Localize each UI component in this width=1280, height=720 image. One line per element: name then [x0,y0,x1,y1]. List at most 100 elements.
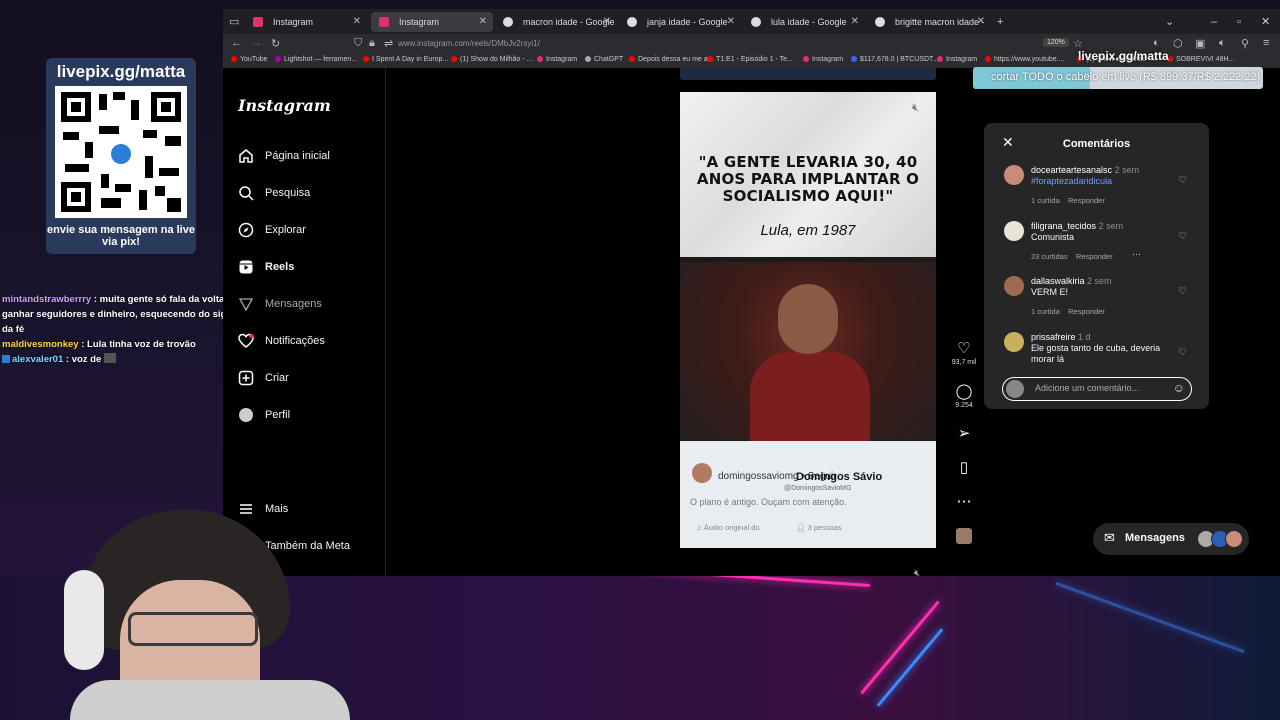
author-avatar[interactable] [692,463,712,483]
bookmark-item[interactable]: Instagram [937,56,977,63]
tab-title: Instagram [399,17,440,27]
account-icon[interactable]: ⚲ [1241,37,1249,50]
shield-icon[interactable]: ⛉ [354,37,362,50]
tab-overview-icon[interactable]: ▭ [229,12,239,32]
more-icon[interactable]: ⋯ [1132,249,1141,260]
nav-home[interactable]: Página inicial [238,144,330,168]
audio-icon[interactable]: 🔈︎ [1219,37,1226,50]
close-tab-icon[interactable]: ✕ [727,12,735,32]
bookmark-item[interactable]: I Spent A Day in Europ... [363,56,448,63]
tab-google-brigitte[interactable]: brigitte macron idade - Google ✕ [867,12,991,47]
reel-handle: @DomingosSavioMG [784,485,852,492]
tab-instagram-1[interactable]: Instagram ✕ [245,12,367,32]
instagram-page: Instagram Página inicial Pesquisa Explor… [223,68,1280,579]
avatar[interactable] [1004,165,1024,185]
tab-google-janja[interactable]: janja idade - Google Search ✕ [619,12,741,47]
avatar[interactable] [1004,332,1024,352]
bookmark-item[interactable]: Instagram [537,56,577,63]
home-icon [238,148,254,164]
bookmark-item[interactable]: SOBREVIVI 48H... [1167,56,1234,63]
avatar[interactable] [1004,276,1024,296]
comment-user[interactable]: filigrana_tecidos 2 sem [1031,221,1123,231]
heart-icon[interactable]: ♡ [1178,175,1187,186]
bookmark-item[interactable]: Instagram [803,56,843,63]
bookmark-item[interactable]: ChatGPT [585,56,623,63]
nav-search[interactable]: Pesquisa [238,181,310,205]
reel-display-name: Domingos Sávio [796,471,883,483]
goal-handle: livepix.gg/matta [1078,49,1169,63]
extension-icon[interactable]: ⬡ [1173,37,1183,50]
reel-video[interactable]: 🔇︎ "A GENTE LEVARIA 30, 40 ANOS PARA IMP… [680,92,936,548]
comment-user[interactable]: prissafreire 1 d [1031,332,1091,342]
minimize-icon[interactable]: – [1211,12,1217,32]
messenger-icon: ✉ [1104,530,1115,545]
share-button[interactable]: ➢ [947,424,981,443]
plus-icon [238,370,254,386]
nav-notifications[interactable]: Notificações [238,329,325,353]
chat-badge-icon [2,355,10,363]
more-options-button[interactable]: ⋯ [947,492,981,511]
comment-input[interactable] [1033,382,1167,394]
url-bar[interactable]: www.instagram.com/reels/DMbJv2rsyi1/ [398,39,540,48]
comment-button[interactable]: ◯ 9.254 [947,382,981,409]
instagram-logo[interactable]: Instagram [238,96,331,115]
comment-text[interactable]: #foraptezadaridicula [1031,176,1181,187]
lock-icon[interactable]: 🔒︎ [369,37,375,50]
neon-line [876,628,944,707]
nav-messages[interactable]: Mensagens [238,292,322,316]
streamer-figure [128,612,258,646]
maximize-icon[interactable]: ▫ [1237,12,1241,32]
new-tab-icon[interactable]: + [997,12,1003,32]
comment-user[interactable]: docearteartesanalsc 2 sem [1031,165,1139,175]
neon-line [1055,581,1245,654]
tab-google-macron[interactable]: macron idade - Google Search ✕ [495,12,617,47]
bookmark-item[interactable]: YouTube [231,56,268,63]
bookmark-item[interactable]: Depois dessa eu me a... [629,56,714,63]
messages-button[interactable]: ✉ Mensagens [1093,523,1249,555]
reel-audio[interactable]: ♫ Áudio original do [696,523,760,532]
nav-reels[interactable]: Reels [238,255,294,279]
nav-create[interactable]: Criar [238,366,289,390]
close-tab-icon[interactable]: ✕ [603,12,611,32]
comment-user[interactable]: dallaswalkiria 2 sem [1031,276,1112,286]
extension-icon[interactable]: ▣ [1195,37,1205,50]
bookmark-item[interactable]: (1) Show do Milhão - ... [451,56,532,63]
comment-meta: 23 curtidas Responder [1031,252,1113,261]
mute-icon[interactable]: 🔇︎ [912,102,919,115]
tab-instagram-2[interactable]: Instagram ✕ [371,12,493,32]
back-icon[interactable]: ← [231,37,242,49]
bookmark-item[interactable]: https://www.youtube.... [985,56,1064,63]
next-reel-mute-icon[interactable]: 🔇︎ [914,568,920,579]
previous-reel-edge[interactable] [680,68,936,80]
like-button[interactable]: ♡ 93,7 mil [947,339,981,366]
close-window-icon[interactable]: ✕ [1261,12,1270,32]
reel-people[interactable]: 👤︎ 3 pessoas [796,523,842,532]
tab-list-icon[interactable]: ⌄ [1165,12,1174,32]
heart-icon[interactable]: ♡ [1178,347,1187,358]
nav-explore[interactable]: Explorar [238,218,306,242]
close-tab-icon[interactable]: ✕ [977,12,985,32]
close-tab-icon[interactable]: ✕ [353,12,361,32]
close-tab-icon[interactable]: ✕ [479,12,487,32]
close-tab-icon[interactable]: ✕ [851,12,859,32]
nav-profile[interactable]: Perfil [238,403,290,427]
comments-panel: ✕ Comentários docearteartesanalsc 2 sem … [984,123,1209,409]
extension-icon[interactable]: ◐ [1153,37,1160,49]
permissions-icon[interactable]: ⇌ [384,37,393,50]
avatar[interactable] [1004,221,1024,241]
emoji-icon[interactable]: ☺ [1173,381,1185,395]
heart-icon[interactable]: ♡ [1178,231,1187,242]
save-button[interactable]: ▯ [947,458,981,477]
tab-google-lula[interactable]: lula idade - Google Search ✕ [743,12,865,47]
zoom-level[interactable]: 120% [1043,38,1069,47]
speaker-figure [750,352,870,442]
heart-icon[interactable]: ♡ [1178,286,1187,297]
bookmark-item[interactable]: Lightshot — ferramen... [275,56,357,63]
bookmark-item[interactable]: $117,678.0 | BTCUSDT... [851,56,938,63]
menu-icon[interactable]: ≡ [1263,37,1269,49]
bookmark-item[interactable]: T1:E1 - Episódio 1 - Te... [707,56,793,63]
reload-icon[interactable]: ↻ [271,37,280,50]
forward-icon[interactable]: → [251,37,262,49]
audio-thumbnail[interactable] [947,528,981,549]
heart-icon [238,333,254,349]
